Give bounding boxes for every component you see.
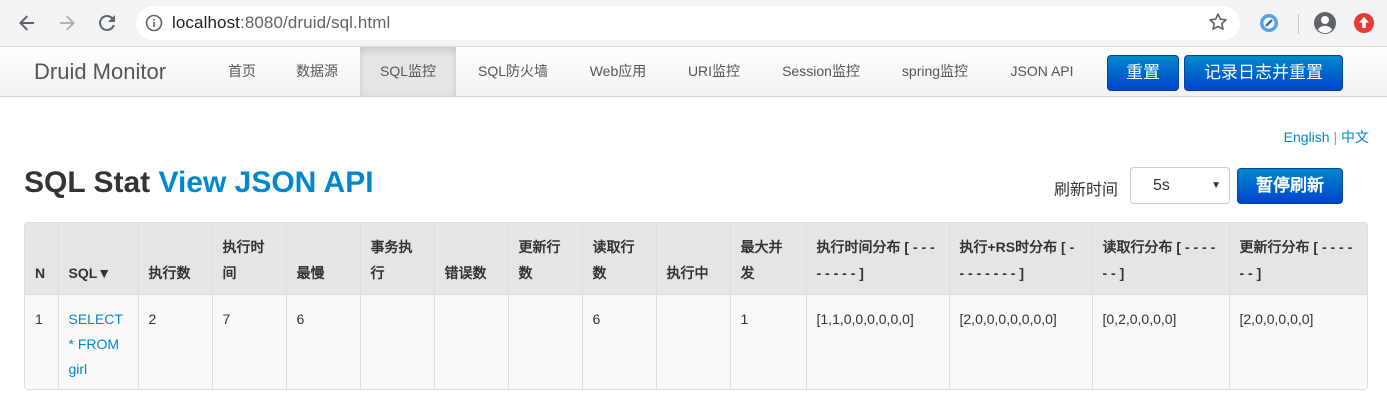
view-json-api-link[interactable]: View JSON API bbox=[158, 166, 373, 199]
pause-refresh-button[interactable]: 暂停刷新 bbox=[1237, 168, 1343, 204]
cell-update-rows bbox=[507, 293, 582, 389]
col-header-update-rows-hist[interactable]: 更新行分布 [ - - - - - - ] bbox=[1228, 223, 1367, 294]
refresh-interval-select[interactable]: 5s ▼ bbox=[1130, 167, 1230, 204]
cell-running bbox=[655, 293, 730, 389]
cell-exec-time: 7 bbox=[211, 293, 286, 389]
col-header-max-concurrent[interactable]: 最大并发 bbox=[729, 223, 806, 294]
col-header-n[interactable]: N bbox=[25, 223, 58, 294]
star-icon[interactable] bbox=[1208, 12, 1228, 38]
col-header-error-count[interactable]: 错误数 bbox=[433, 223, 508, 294]
cell-exec-time-hist: [1,1,0,0,0,0,0,0] bbox=[805, 293, 949, 389]
refresh-interval-value: 5s bbox=[1153, 177, 1170, 194]
extension-icon[interactable] bbox=[1256, 10, 1282, 36]
url-text: localhost:8080/druid/sql.html bbox=[172, 13, 390, 33]
cell-exec-count: 2 bbox=[137, 293, 212, 389]
nav-item-datasource[interactable]: 数据源 bbox=[280, 47, 354, 96]
reset-button[interactable]: 重置 bbox=[1107, 55, 1179, 91]
info-icon[interactable] bbox=[136, 14, 172, 32]
account-icon[interactable] bbox=[1312, 10, 1338, 36]
cell-n: 1 bbox=[25, 293, 58, 389]
url-path: :8080/druid/sql.html bbox=[240, 13, 391, 32]
url-host: localhost bbox=[172, 13, 240, 32]
col-header-update-rows[interactable]: 更新行数 bbox=[507, 223, 582, 294]
cell-max-concurrent: 1 bbox=[729, 293, 806, 389]
update-icon[interactable] bbox=[1351, 10, 1377, 36]
browser-toolbar: localhost:8080/druid/sql.html bbox=[0, 0, 1387, 47]
lang-chinese-link[interactable]: 中文 bbox=[1341, 129, 1369, 145]
col-header-running[interactable]: 执行中 bbox=[655, 223, 730, 294]
cell-error-count bbox=[433, 293, 508, 389]
lang-english-link[interactable]: English bbox=[1284, 129, 1330, 145]
nav-item-session-monitor[interactable]: Session监控 bbox=[766, 47, 876, 96]
refresh-interval-label: 刷新时间 bbox=[1054, 182, 1119, 199]
col-header-exec-rs-hist[interactable]: 执行+RS时分布 [ - - - - - - - - ] bbox=[948, 223, 1092, 294]
col-header-slowest[interactable]: 最慢 bbox=[285, 223, 360, 294]
col-header-read-rows[interactable]: 读取行数 bbox=[581, 223, 656, 294]
cell-update-rows-hist: [2,0,0,0,0,0] bbox=[1228, 293, 1367, 389]
nav-item-sql-monitor[interactable]: SQL监控 bbox=[360, 47, 456, 96]
page-title: SQL Stat View JSON API bbox=[24, 166, 374, 200]
col-header-txn-exec[interactable]: 事务执行 bbox=[359, 223, 434, 294]
language-switch: English | 中文 bbox=[1284, 127, 1369, 147]
reload-icon[interactable] bbox=[92, 8, 122, 38]
col-header-sql[interactable]: SQL▼ bbox=[57, 223, 138, 294]
address-bar[interactable]: localhost:8080/druid/sql.html bbox=[136, 6, 1240, 40]
table-row: 1 SELECT * FROM girl 2 7 6 6 1 [1,1,0,0,… bbox=[25, 293, 1367, 389]
nav-item-spring-monitor[interactable]: spring监控 bbox=[886, 47, 984, 96]
cell-sql-link[interactable]: SELECT * FROM girl bbox=[57, 293, 138, 389]
nav-item-json-api[interactable]: JSON API bbox=[994, 47, 1090, 96]
cell-read-rows-hist: [0,2,0,0,0,0] bbox=[1091, 293, 1229, 389]
col-header-exec-time[interactable]: 执行时间 bbox=[211, 223, 286, 294]
nav-item-home[interactable]: 首页 bbox=[212, 47, 272, 96]
cell-slowest: 6 bbox=[285, 293, 360, 389]
page-title-text: SQL Stat bbox=[24, 166, 151, 199]
table-header-row: N SQL▼ 执行数 执行时间 最慢 事务执行 错误数 更新行数 读取行数 执行… bbox=[25, 223, 1367, 294]
lang-separator: | bbox=[1333, 129, 1338, 145]
nav-item-uri-monitor[interactable]: URI监控 bbox=[672, 47, 756, 96]
col-header-read-rows-hist[interactable]: 读取行分布 [ - - - - - - ] bbox=[1091, 223, 1229, 294]
arrow-right-icon[interactable] bbox=[52, 8, 82, 38]
col-header-exec-time-hist[interactable]: 执行时间分布 [ - - - - - - - - ] bbox=[805, 223, 949, 294]
cell-read-rows: 6 bbox=[581, 293, 656, 389]
sql-stat-table: N SQL▼ 执行数 执行时间 最慢 事务执行 错误数 更新行数 读取行数 执行… bbox=[24, 222, 1368, 390]
nav-item-sql-firewall[interactable]: SQL防火墙 bbox=[462, 47, 564, 96]
cell-txn-exec bbox=[359, 293, 434, 389]
caret-down-icon: ▼ bbox=[1211, 180, 1221, 191]
arrow-left-icon[interactable] bbox=[12, 8, 42, 38]
cell-exec-rs-hist: [2,0,0,0,0,0,0,0] bbox=[948, 293, 1092, 389]
brand-title[interactable]: Druid Monitor bbox=[34, 59, 166, 85]
navbar: Druid Monitor 首页 数据源 SQL监控 SQL防火墙 Web应用 … bbox=[0, 47, 1387, 97]
log-and-reset-button[interactable]: 记录日志并重置 bbox=[1184, 55, 1343, 91]
toolbar-divider bbox=[1298, 14, 1299, 34]
col-header-exec-count[interactable]: 执行数 bbox=[137, 223, 212, 294]
nav-item-web-app[interactable]: Web应用 bbox=[574, 47, 662, 96]
